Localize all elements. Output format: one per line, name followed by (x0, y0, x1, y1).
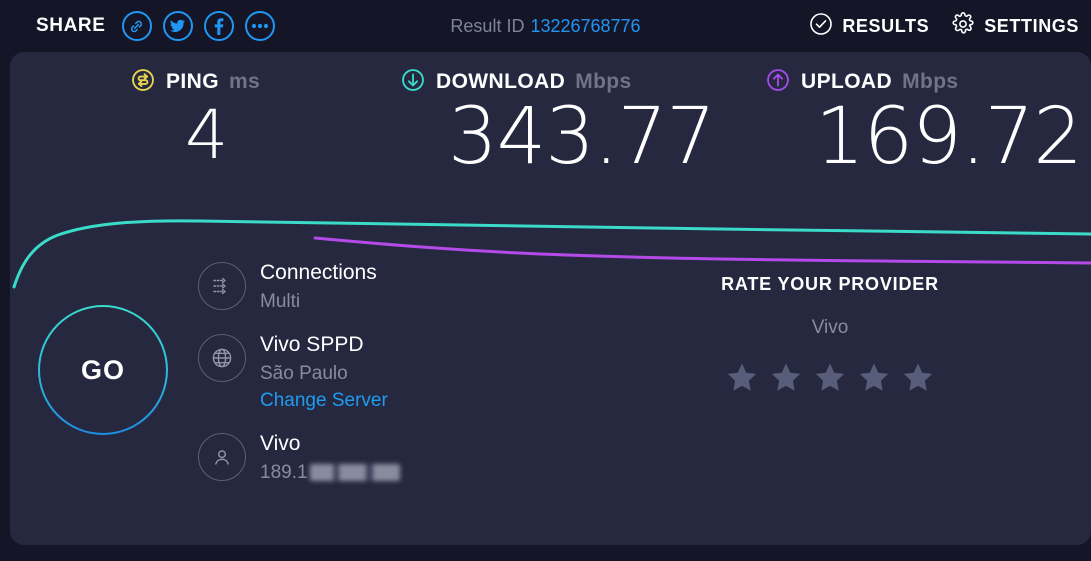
share-group: SHARE (36, 0, 275, 52)
metric-download-unit: Mbps (575, 70, 632, 93)
detail-connections: Connections Multi (190, 260, 610, 316)
share-label: SHARE (36, 15, 106, 36)
top-bar: SHARE Result ID 13226768776 RESULTS SETT… (0, 0, 1091, 52)
result-card: PING ms 4 DOWNLOAD Mbps 343.77 UPLOAD Mb… (10, 52, 1091, 545)
go-button[interactable]: GO (38, 305, 168, 435)
speedtest-app: SHARE Result ID 13226768776 RESULTS SETT… (0, 0, 1091, 561)
results-button[interactable]: RESULTS (809, 12, 929, 41)
detail-isp-ip: 189.1 (260, 460, 610, 486)
detail-server-name: Vivo SPPD (260, 333, 364, 356)
result-id-value[interactable]: 13226768776 (530, 16, 640, 37)
metric-upload: UPLOAD Mbps 169.72 (765, 68, 1085, 176)
detail-server: Vivo SPPD São Paulo Change Server (190, 332, 610, 415)
rate-provider-section: RATE YOUR PROVIDER Vivo (650, 274, 1010, 399)
detail-isp-name: Vivo (260, 432, 301, 455)
detail-server-location: São Paulo (260, 363, 348, 384)
rating-star-4[interactable] (857, 361, 891, 399)
person-icon (198, 433, 246, 481)
rating-star-1[interactable] (725, 361, 759, 399)
gear-icon (951, 11, 975, 41)
connection-details: Connections Multi Vivo SPPD São Paulo Ch… (190, 260, 610, 503)
detail-isp: Vivo 189.1 (190, 431, 610, 487)
detail-connections-title: Connections (260, 261, 377, 284)
rating-stars (650, 361, 1010, 399)
metric-download: DOWNLOAD Mbps 343.77 (400, 68, 760, 176)
ping-icon (130, 67, 156, 98)
metric-ping-head: PING ms (130, 68, 420, 96)
settings-button[interactable]: SETTINGS (951, 11, 1079, 41)
top-bar-actions: RESULTS SETTINGS (809, 0, 1079, 52)
metrics-row: PING ms 4 DOWNLOAD Mbps 343.77 UPLOAD Mb… (10, 52, 1091, 192)
rating-star-5[interactable] (901, 361, 935, 399)
metric-ping: PING ms 4 (130, 68, 420, 170)
results-label: RESULTS (842, 15, 930, 36)
go-button-label: GO (80, 354, 125, 385)
link-icon[interactable] (121, 11, 152, 41)
detail-connections-value: Multi (260, 291, 301, 312)
metric-download-value: 343.77 (448, 92, 716, 182)
globe-icon (198, 334, 246, 382)
facebook-icon[interactable] (203, 11, 234, 41)
metric-ping-name: PING (166, 70, 219, 93)
result-id-label: Result ID (450, 15, 525, 36)
more-icon[interactable] (244, 11, 275, 41)
upload-arrow-icon (765, 67, 791, 98)
metric-upload-value: 169.72 (815, 92, 1083, 182)
metric-download-name: DOWNLOAD (436, 70, 566, 93)
check-circle-icon (809, 12, 833, 41)
settings-label: SETTINGS (984, 15, 1079, 36)
metric-upload-name: UPLOAD (801, 70, 893, 93)
metric-upload-unit: Mbps (902, 70, 959, 93)
rating-star-3[interactable] (813, 361, 847, 399)
connections-icon (198, 262, 246, 310)
go-button-wrap: GO (38, 305, 168, 435)
metric-ping-unit: ms (228, 70, 261, 93)
rate-provider-title: RATE YOUR PROVIDER (721, 274, 939, 294)
download-arrow-icon (400, 67, 426, 98)
metric-ping-value: 4 (185, 96, 228, 175)
rate-provider-name: Vivo (811, 317, 849, 338)
detail-isp-ip-visible: 189.1 (260, 462, 308, 483)
twitter-icon[interactable] (162, 11, 193, 41)
change-server-link[interactable]: Change Server (260, 387, 610, 415)
rating-star-2[interactable] (769, 361, 803, 399)
ip-redaction-blur (309, 464, 400, 481)
